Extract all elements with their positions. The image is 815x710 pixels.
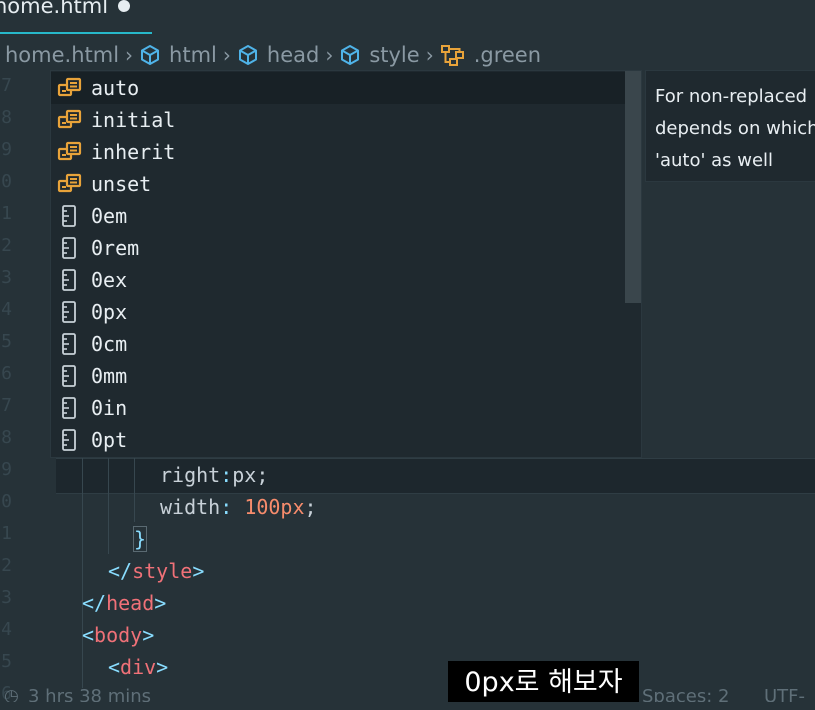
tag-name: div (120, 655, 157, 679)
line-number: 2 (1, 555, 12, 576)
css-semicolon: ; (304, 495, 317, 519)
suggest-item[interactable]: auto (51, 72, 625, 104)
line-number: 2 (1, 235, 12, 256)
line-number: 0 (1, 491, 12, 512)
line-number: 8 (1, 427, 12, 448)
css-colon: : (220, 463, 233, 487)
clock-icon: ◷ (4, 688, 19, 702)
line-number: 8 (1, 107, 12, 128)
details-text: For non-replaced depends on which 'auto'… (655, 81, 815, 177)
line-number: 5 (1, 651, 12, 672)
suggest-item[interactable]: 0ex (51, 264, 625, 296)
line-number: 0 (1, 171, 12, 192)
suggest-scrollbar[interactable] (625, 71, 641, 303)
status-spaces[interactable]: Spaces: 2 (642, 688, 729, 702)
css-property: right (160, 463, 221, 487)
tag-name: body (94, 623, 143, 647)
suggest-item-label: 0cm (91, 332, 128, 356)
code-line-style-close[interactable]: </style> (108, 555, 204, 587)
line-number: 3 (1, 267, 12, 288)
tag-bracket: </ (82, 591, 107, 615)
code-line-width[interactable]: width: 100px; (160, 491, 317, 523)
suggest-item-label: auto (91, 76, 140, 100)
line-number: 9 (1, 139, 12, 160)
keyword-icon (57, 141, 82, 161)
suggest-item[interactable]: 0in (51, 392, 625, 424)
suggest-item-label: 0rem (91, 236, 140, 260)
suggest-item-label: 0in (91, 396, 128, 420)
unit-icon (62, 333, 76, 355)
unit-icon (62, 237, 76, 259)
tag-bracket: < (82, 623, 95, 647)
status-time[interactable]: 3 hrs 38 mins (28, 688, 151, 702)
suggest-item[interactable]: 0mm (51, 360, 625, 392)
suggest-item[interactable]: unset (51, 168, 625, 200)
suggest-details-pane: For non-replaced depends on which 'auto'… (645, 70, 815, 182)
tag-bracket: > (192, 559, 205, 583)
css-semicolon: ; (256, 463, 269, 487)
unit-icon (62, 397, 76, 419)
details-line: For non-replaced (655, 86, 808, 107)
indent-guide (82, 458, 83, 688)
suggest-item-label: 0em (91, 204, 128, 228)
suggest-item-label: 0ex (91, 268, 128, 292)
tag-name: style (132, 559, 193, 583)
tag-bracket: > (154, 591, 167, 615)
unit-icon (62, 365, 76, 387)
line-number: 6 (1, 363, 12, 384)
suggest-item-label: unset (91, 172, 152, 196)
css-colon: : (220, 495, 245, 519)
keyword-icon (57, 77, 82, 97)
unit-icon (62, 429, 76, 451)
suggest-item[interactable]: 0px (51, 296, 625, 328)
tag-bracket: < (108, 655, 121, 679)
suggest-item[interactable]: 0cm (51, 328, 625, 360)
suggest-item[interactable]: inherit (51, 136, 625, 168)
suggest-item-label: 0pt (91, 428, 128, 452)
line-number: 7 (1, 75, 12, 96)
unit-icon (62, 301, 76, 323)
line-number: 1 (1, 523, 12, 544)
suggest-item[interactable]: initial (51, 104, 625, 136)
line-number: 1 (1, 203, 12, 224)
suggest-item-label: initial (91, 108, 176, 132)
suggest-item[interactable]: 0rem (51, 232, 625, 264)
css-value: px (232, 463, 257, 487)
tag-bracket: > (142, 623, 155, 647)
suggest-item[interactable]: 0pt (51, 424, 625, 456)
autocomplete-suggest-widget[interactable]: auto initial inherit unset 0em 0rem 0ex … (50, 70, 642, 458)
suggest-item[interactable]: 0em (51, 200, 625, 232)
css-property: width (160, 495, 221, 519)
video-subtitle: 0px로 해보자 (448, 661, 639, 702)
code-line-right[interactable]: right:px; (160, 459, 268, 491)
tag-bracket: </ (108, 559, 133, 583)
status-bar: ◷ 3 hrs 38 mins Spaces: 2 UTF-8 (0, 688, 815, 702)
keyword-icon (57, 173, 82, 193)
unit-icon (62, 205, 76, 227)
keyword-icon (57, 109, 82, 129)
line-number: 4 (1, 299, 12, 320)
code-line-body[interactable]: <body> (82, 619, 154, 651)
code-line-brace[interactable]: } (132, 523, 148, 555)
status-encoding[interactable]: UTF-8 (764, 688, 815, 702)
line-number: 4 (1, 619, 12, 640)
suggest-item-label: 0mm (91, 364, 128, 388)
details-line: 'auto' as well (655, 150, 774, 171)
details-line: depends on which (655, 118, 815, 139)
line-number: 5 (1, 331, 12, 352)
line-number: 7 (1, 395, 12, 416)
code-line-head-close[interactable]: </head> (82, 587, 166, 619)
suggest-item-label: 0px (91, 300, 128, 324)
matched-brace: } (132, 526, 148, 552)
code-line-div[interactable]: <div> (108, 651, 168, 683)
line-number: 9 (1, 459, 12, 480)
tag-name: head (106, 591, 155, 615)
unit-icon (62, 269, 76, 291)
indent-guide (108, 458, 109, 554)
suggest-item-label: inherit (91, 140, 176, 164)
line-number: 3 (1, 587, 12, 608)
tag-bracket: > (156, 655, 169, 679)
indent-guide (134, 458, 135, 522)
css-value: 100px (244, 495, 305, 519)
